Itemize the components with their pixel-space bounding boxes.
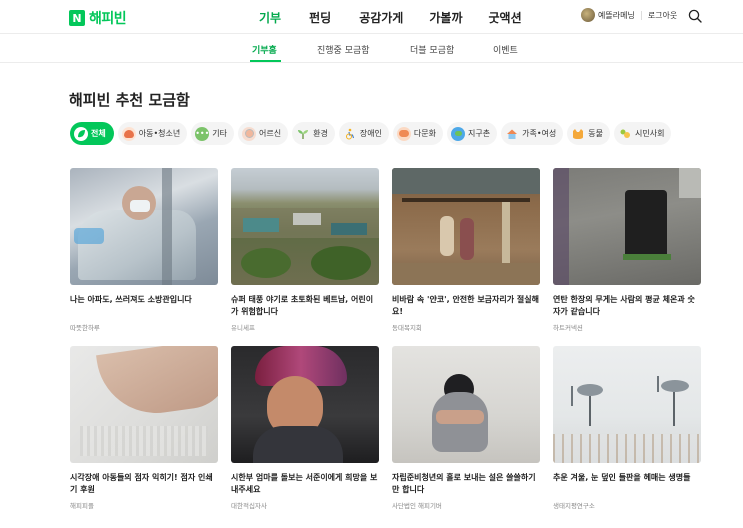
active-tab-underline	[250, 60, 281, 62]
category-chip-all[interactable]: 전체	[70, 122, 114, 145]
tab-event[interactable]: 이벤트	[493, 43, 518, 56]
search-icon[interactable]	[688, 9, 702, 23]
nav-good-action[interactable]: 굿액션	[488, 9, 521, 26]
card-org: 동대복지회	[392, 324, 422, 332]
category-filter: 전체 아동•청소년 ••• 기타 어르신 환경 장애인 다문화 지구촌 가족•여…	[70, 122, 672, 145]
globe-icon	[451, 126, 466, 141]
category-chip-etc[interactable]: ••• 기타	[191, 122, 234, 145]
card-org: 대한적십자사	[231, 502, 267, 510]
card-image[interactable]	[231, 168, 379, 285]
card-org: 해피피플	[70, 502, 94, 510]
divider	[640, 10, 642, 20]
main-nav: 기부 펀딩 공감가게 가볼까 굿액션	[259, 9, 522, 26]
category-label: 환경	[313, 129, 328, 138]
category-label: 시민사회	[635, 129, 665, 138]
nav-shop[interactable]: 공감가게	[359, 9, 403, 26]
avatar[interactable]	[581, 8, 595, 22]
fundraiser-card[interactable]: 시한부 엄마를 돌보는 서준이에게 희망을 보내주세요 대한적십자사	[231, 346, 379, 510]
fundraiser-card[interactable]: 추운 겨울, 눈 덮인 들판을 헤매는 생명들 생태지평연구소	[553, 346, 701, 510]
category-chip-family[interactable]: 가족•여성	[501, 122, 564, 145]
tab-donate-home[interactable]: 기부홈	[252, 43, 277, 56]
tab-ongoing[interactable]: 진행중 모금함	[317, 43, 370, 56]
dots-icon: •••	[195, 126, 209, 141]
fundraiser-card[interactable]: 비바람 속 '얀코', 안전한 보금자리가 절실해요! 동대복지회	[392, 168, 540, 332]
wheelchair-icon	[343, 127, 357, 141]
card-image[interactable]	[553, 168, 701, 285]
card-title[interactable]: 슈퍼 태풍 야기로 초토화된 베트남, 어린이가 위험합니다	[231, 294, 379, 318]
card-image[interactable]	[553, 346, 701, 463]
category-label: 아동•청소년	[138, 129, 181, 138]
user-name[interactable]: 예뜰라메닝	[598, 10, 635, 21]
user-area: 예뜰라메닝 로그아웃	[581, 8, 677, 22]
naver-logo-mark: N	[69, 10, 85, 26]
logout-button[interactable]: 로그아웃	[648, 10, 677, 21]
nav-donate[interactable]: 기부	[259, 9, 281, 26]
cat-icon	[571, 127, 585, 141]
category-chip-elder[interactable]: 어르신	[238, 122, 289, 145]
card-title[interactable]: 연탄 한장의 무게는 사람의 평균 체온과 숫자가 같습니다	[553, 294, 701, 318]
card-title[interactable]: 자립준비청년의 홀로 보내는 설은 쓸쓸하기만 합니다	[392, 472, 540, 496]
category-chip-multicultural[interactable]: 다문화	[392, 122, 444, 145]
happybean-logo[interactable]: N 해피빈	[69, 8, 127, 28]
fundraiser-card[interactable]: 연탄 한장의 무게는 사람의 평균 체온과 숫자가 같습니다 하트커넥션	[553, 168, 701, 332]
category-chip-youth[interactable]: 아동•청소년	[117, 122, 188, 145]
top-header: N 해피빈 기부 펀딩 공감가게 가볼까 굿액션 예뜰라메닝 로그아웃	[0, 0, 743, 34]
card-image[interactable]	[392, 168, 540, 285]
category-label: 전체	[91, 129, 106, 138]
category-label: 동물	[588, 129, 604, 138]
card-org: 생태지평연구소	[553, 502, 595, 510]
category-label: 지구촌	[468, 129, 491, 138]
category-chip-environment[interactable]: 환경	[292, 122, 335, 145]
community-icon	[618, 127, 632, 141]
page-title: 해피빈 추천 모금함	[69, 91, 190, 109]
nav-funding[interactable]: 펀딩	[309, 9, 331, 26]
elder-icon	[242, 126, 256, 141]
sub-nav: 기부홈 진행중 모금함 더블 모금함 이벤트	[0, 35, 743, 63]
leaf-icon	[74, 126, 88, 141]
category-label: 기타	[212, 129, 227, 138]
card-title[interactable]: 나는 아파도, 쓰러져도 소방관입니다	[70, 294, 218, 318]
house-icon	[505, 127, 519, 141]
child-icon	[121, 126, 136, 141]
nav-visit[interactable]: 가볼까	[429, 9, 462, 26]
multicultural-icon	[396, 126, 411, 141]
category-chip-animal[interactable]: 동물	[567, 122, 611, 145]
category-chip-civil[interactable]: 시민사회	[614, 122, 672, 145]
category-label: 어르신	[259, 129, 282, 138]
card-org: 유니세프	[231, 324, 255, 332]
card-image[interactable]	[231, 346, 379, 463]
sprout-icon	[296, 127, 310, 141]
category-label: 다문화	[413, 129, 437, 138]
fundraiser-card[interactable]: 나는 아파도, 쓰러져도 소방관입니다 따뜻한하루	[70, 168, 218, 332]
fundraiser-card[interactable]: 시각장애 아동들의 점자 익히기! 점자 인쇄기 후원 해피피플	[70, 346, 218, 510]
card-org: 하트커넥션	[553, 324, 583, 332]
category-chip-global[interactable]: 지구촌	[447, 122, 498, 145]
card-title[interactable]: 시한부 엄마를 돌보는 서준이에게 희망을 보내주세요	[231, 472, 379, 496]
logo-text: 해피빈	[89, 11, 127, 27]
tab-double[interactable]: 더블 모금함	[410, 43, 454, 56]
card-title[interactable]: 비바람 속 '얀코', 안전한 보금자리가 절실해요!	[392, 294, 540, 318]
category-label: 장애인	[359, 129, 382, 138]
card-org: 사단법인 해피기버	[392, 502, 442, 510]
card-image[interactable]	[392, 346, 540, 463]
card-title[interactable]: 시각장애 아동들의 점자 익히기! 점자 인쇄기 후원	[70, 472, 218, 496]
category-chip-disability[interactable]: 장애인	[338, 122, 389, 145]
card-image[interactable]	[70, 346, 218, 463]
fundraiser-card[interactable]: 슈퍼 태풍 야기로 초토화된 베트남, 어린이가 위험합니다 유니세프	[231, 168, 379, 332]
category-label: 가족•여성	[522, 129, 557, 138]
card-org: 따뜻한하루	[70, 324, 100, 332]
card-image[interactable]	[70, 168, 218, 285]
fundraiser-card[interactable]: 자립준비청년의 홀로 보내는 설은 쓸쓸하기만 합니다 사단법인 해피기버	[392, 346, 540, 510]
card-title[interactable]: 추운 겨울, 눈 덮인 들판을 헤매는 생명들	[553, 472, 701, 496]
